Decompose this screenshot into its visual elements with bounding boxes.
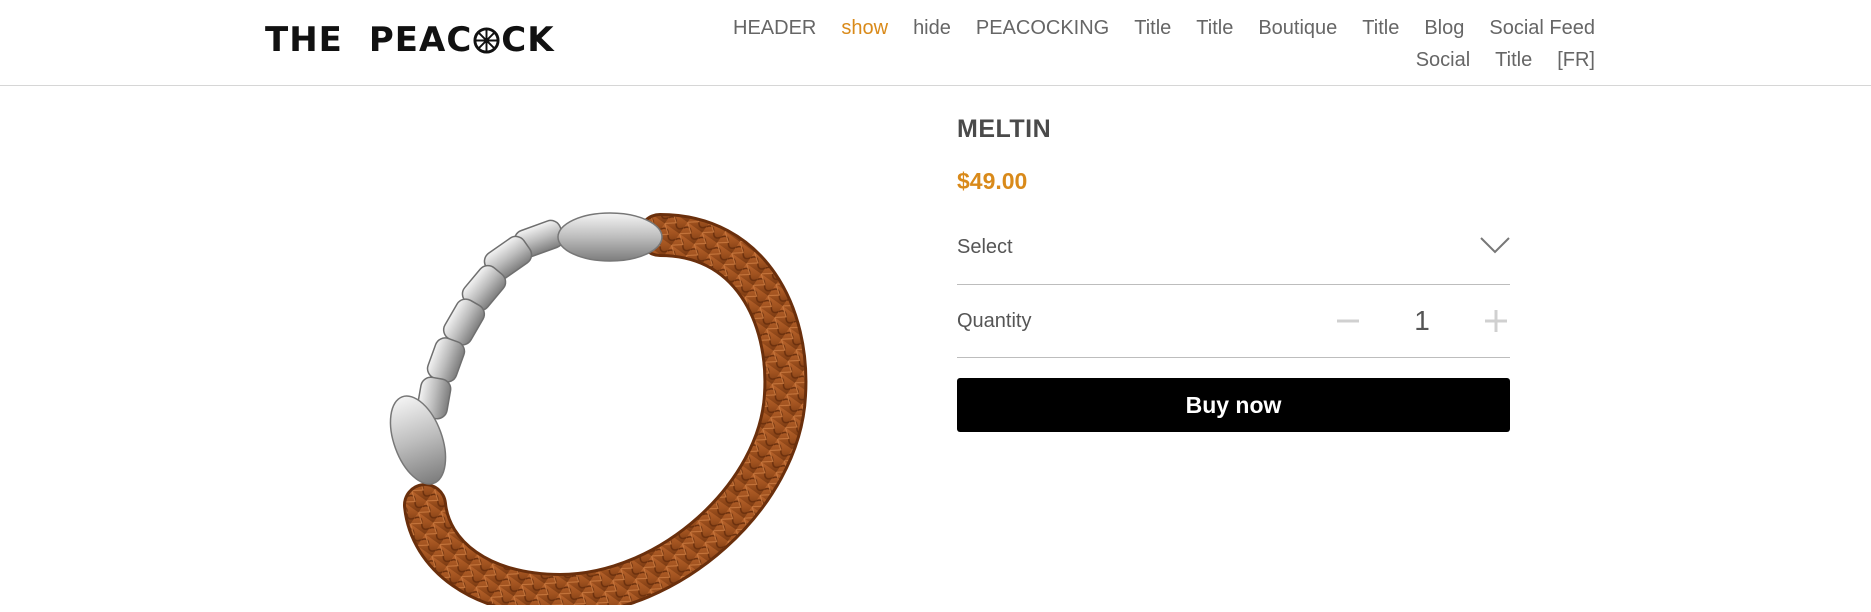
nav-item-hide-2[interactable]: hide bbox=[913, 12, 951, 44]
nav-item-header-0[interactable]: HEADER bbox=[733, 12, 816, 44]
site-header: THE PEA C CK HEADER show hide PEACOCKING Tit… bbox=[0, 0, 1871, 86]
plus-icon bbox=[1485, 310, 1507, 332]
nav-item-title-11[interactable]: Title bbox=[1495, 44, 1532, 76]
quantity-stepper: 1 bbox=[1334, 303, 1510, 339]
nav-item-blog-8[interactable]: Blog bbox=[1424, 12, 1464, 44]
nav-item-title-4[interactable]: Title bbox=[1134, 12, 1171, 44]
main-nav: HEADER show hide PEACOCKING Title Title Boutiq… bbox=[640, 12, 1595, 76]
site-logo[interactable]: THE PEA C CK bbox=[265, 22, 555, 58]
peacock-wheel-icon bbox=[473, 26, 500, 54]
leather-bracelet-image bbox=[389, 212, 808, 612]
product-details: MELTIN $49.00 Select Quantity 1 Buy now bbox=[957, 110, 1510, 432]
logo-text-the: THE bbox=[265, 20, 343, 60]
nav-item-peacocking-3[interactable]: PEACOCKING bbox=[976, 12, 1109, 44]
buy-now-button[interactable]: Buy now bbox=[957, 378, 1510, 432]
nav-item-social-10[interactable]: Social bbox=[1416, 44, 1470, 76]
nav-item-social-feed-9[interactable]: Social Feed bbox=[1489, 12, 1595, 44]
product-title: MELTIN bbox=[957, 115, 1052, 143]
chevron-down-icon bbox=[1480, 237, 1510, 254]
nav-item-title-7[interactable]: Title bbox=[1362, 12, 1399, 44]
decrease-quantity-button[interactable] bbox=[1334, 307, 1362, 335]
nav-item-boutique-6[interactable]: Boutique bbox=[1258, 12, 1337, 44]
product-image bbox=[370, 205, 900, 612]
nav-item-show-1[interactable]: show bbox=[841, 12, 888, 44]
logo-text-c: C bbox=[446, 20, 473, 60]
logo-text-pea: PEA bbox=[368, 20, 447, 60]
quantity-value[interactable]: 1 bbox=[1362, 305, 1482, 337]
logo-text-ck: CK bbox=[501, 20, 555, 60]
product-price: $49.00 bbox=[957, 168, 1028, 194]
quantity-row: Quantity 1 bbox=[957, 285, 1510, 358]
nav-item-fr-12[interactable]: [FR] bbox=[1557, 44, 1595, 76]
nav-item-title-5[interactable]: Title bbox=[1196, 12, 1233, 44]
variant-select[interactable]: Select bbox=[957, 210, 1510, 285]
quantity-label: Quantity bbox=[957, 309, 1032, 332]
increase-quantity-button[interactable] bbox=[1482, 307, 1510, 335]
minus-icon bbox=[1337, 319, 1359, 323]
variant-select-label: Select bbox=[957, 235, 1013, 258]
